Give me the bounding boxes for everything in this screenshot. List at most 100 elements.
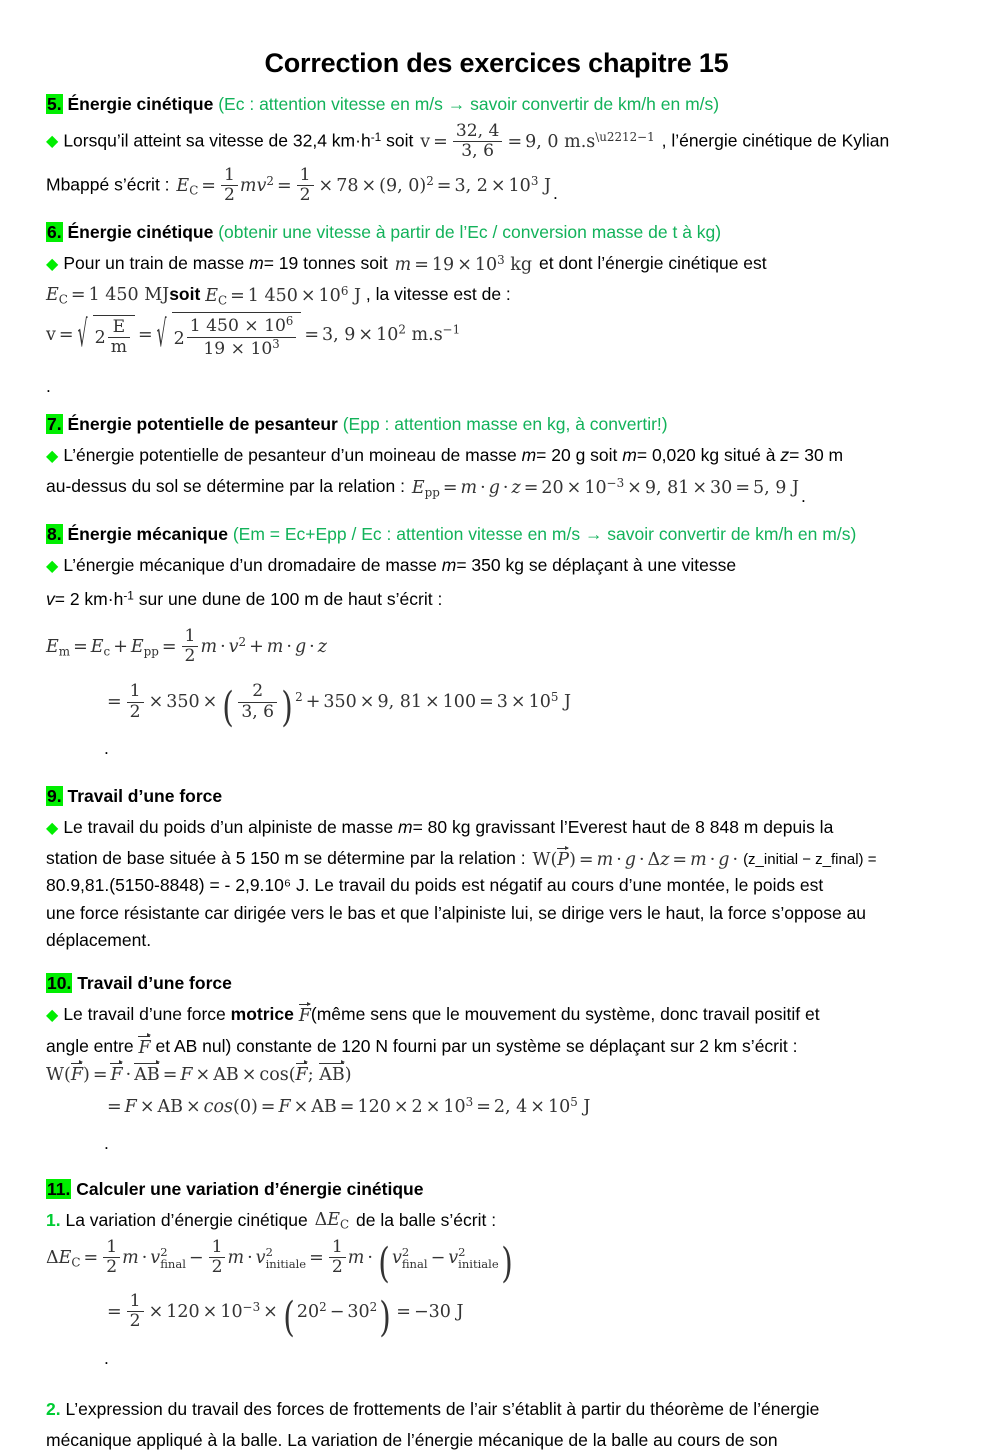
section-11-question-2-cont: mécanique appliqué à la balle. La variat… (46, 1427, 947, 1454)
section-number-5: 5. (46, 94, 63, 114)
diamond-bullet-icon: ◆ (46, 255, 59, 273)
section-11-q1a: La variation d’énergie cinétique (65, 1209, 308, 1230)
section-hint-8: (Em = Ec+Epp / Ec : attention vitesse en… (232, 524, 857, 545)
formula-ec-joules: EC = 1 450 × 106 J (205, 283, 361, 308)
section-7-paragraph-1: ◆ L’énergie potentielle de pesanteur d’un… (46, 442, 947, 469)
section-heading-9: 9. Travail d’une force (46, 785, 947, 808)
diamond-bullet-icon: ◆ (46, 133, 59, 151)
section-11-question-2: 2. L’expression du travail des forces de… (46, 1396, 947, 1423)
formula-variation-ec-1: ΔEC = 1 2 m · v 2 final −1 2 m · v 2 initiale = 1 2 m ·(v 2 fi… (46, 1237, 513, 1288)
section-9-paragraph-3: 80.9,81.(5150-8848) = - 2,9.10⁶ J. Le tr… (46, 872, 947, 899)
section-7-line1d: = 30 m (789, 444, 844, 465)
formula-travail-poids: W(P) = m · g · Δz = m · g · (532, 845, 739, 871)
section-10-line1b: (même sens que le mouvement du système, … (310, 1004, 820, 1025)
formula-variation-ec-2: = 1 2 × 120 × 10−3 ×(202−302) = −30 J (107, 1290, 464, 1341)
formula-energie-mecanique-2: = 1 2 × 350 ×(2 3, 6) 2 +350 × 9, 81 × 100 = 3 × 105 J (107, 681, 572, 732)
diamond-bullet-icon: ◆ (46, 1007, 59, 1025)
section-10-paragraph-2: angle entre F et AB nul) constante de 12… (46, 1033, 947, 1060)
section-11-formula-block-1: ΔEC = 1 2 m · v 2 final −1 2 m · v 2 initiale = 1 2 m ·(v 2 fi… (46, 1237, 947, 1288)
section-title-7: Énergie potentielle de pesanteur (67, 413, 338, 434)
sentence-period: . (800, 485, 806, 506)
section-9-paragraph-2: station de base située à 5 150 m se déte… (46, 845, 947, 872)
section-5-paragraph-1: ◆ Lorsqu’il atteint sa vitesse de 32,4 km… (46, 121, 947, 162)
section-6-masse: = 19 tonnes soit (263, 252, 388, 273)
section-title-6: Énergie cinétique (67, 221, 214, 242)
formula-masse-train: m = 19 × 103 kg (394, 252, 533, 276)
section-9-paragraph-5: déplacement. (46, 927, 947, 954)
section-heading-10: 10. Travail d’une force (46, 972, 947, 995)
section-6-lead-tail: et dont l’énergie cinétique est (538, 252, 767, 273)
section-11-q2-line2: mécanique appliqué à la balle. La variat… (46, 1430, 778, 1451)
section-5-line2: Mbappé s’écrit : (46, 173, 170, 194)
section-title-5: Énergie cinétique (67, 94, 214, 114)
section-9-line1b: = 80 kg gravissant l’Everest haut de 8 8… (412, 816, 834, 837)
section-6-lead: Pour un train de masse (63, 252, 245, 273)
section-8-paragraph-1: ◆ L’énergie mécanique d’un dromadaire de … (46, 552, 947, 579)
question-number-2: 2. (46, 1398, 61, 1419)
section-7-line1b: = 20 g soit (536, 444, 618, 465)
section-heading-5: 5. Énergie cinétique (Ec : attention vit… (46, 93, 947, 116)
section-heading-7: 7. Énergie potentielle de pesanteur (Epp… (46, 413, 947, 436)
section-heading-6: 6. Énergie cinétique (obtenir une vitess… (46, 221, 947, 244)
formula-vitesse-train: v=2Em=21 450 × 10619 × 103=3, 9×102 m.s−… (46, 312, 947, 359)
section-7-var-m2: m (622, 444, 637, 465)
section-7-line2: au-dessus du sol se détermine par la rel… (46, 476, 405, 497)
section-8-line2a: = 2 km·h (54, 588, 124, 609)
section-number-10: 10. (46, 973, 73, 994)
section-number-7: 7. (46, 413, 63, 434)
section-5-lead-exponent: -1 (370, 130, 382, 145)
formula-energie-mecanique-1: Em = Ec + Epp = 1 2 m · v2 + m · g · z (46, 625, 327, 667)
section-8-formula-block: Em = Ec + Epp = 1 2 m · v2 + m · g · z (46, 625, 947, 667)
section-6-paragraph-2: EC = 1 450 MJsoit EC = 1 450 × 106 J , la vite… (46, 281, 947, 308)
section-8-formula-block-2: = 1 2 × 350 ×(2 3, 6) 2 +350 × 9, 81 × 100 = 3 × 105 J. (46, 682, 947, 762)
diamond-bullet-icon: ◆ (46, 558, 59, 576)
section-10-line2a: angle entre (46, 1035, 134, 1056)
section-8-var-m: m (441, 555, 457, 576)
section-9-subscripts: (z_initial − z_final) = (743, 851, 877, 869)
section-8-line1a: L’énergie mécanique d’un dromadaire de m… (63, 555, 437, 576)
section-8-var-v: v (46, 588, 55, 609)
formula-vitesse-conversion: v = 32, 4 3, 6 = 9, 0 m.s\u2212−1 (420, 121, 655, 162)
section-6-soit: soit (169, 284, 201, 305)
section-5-after-formula: , l’énergie cinétique de Kylian (661, 130, 890, 151)
section-9-line4: une force résistante car dirigée vers le… (46, 902, 867, 923)
section-10-paragraph-1: ◆ Le travail d’une force motrice F(même s… (46, 1001, 947, 1028)
section-9-var-m: m (397, 816, 413, 837)
section-6-var-m: m (249, 252, 264, 273)
sentence-period: . (104, 738, 109, 759)
section-9-line3: 80.9,81.(5150-8848) = - 2,9.10⁶ J. Le tr… (46, 875, 824, 896)
section-hint-6: (obtenir une vitesse à partir de l’Ec / … (218, 221, 722, 242)
section-7-paragraph-2: au-dessus du sol se détermine par la rel… (46, 473, 947, 510)
question-number-1: 1. (46, 1209, 61, 1230)
vector-F-icon: F (138, 1033, 151, 1058)
section-6-paragraph-1: ◆ Pour un train de masse m= 19 tonnes soi… (46, 250, 947, 277)
sentence-period: . (46, 375, 51, 396)
section-10-formula-block-1: W(F) = F · AB = F × AB × cos(F; AB) (46, 1060, 947, 1084)
section-8-paragraph-2: v= 2 km·h-1 sur une dune de 100 m de hau… (46, 586, 947, 613)
section-11-q1b: de la balle s’écrit : (356, 1209, 497, 1230)
section-6-after: , la vitesse est de : (365, 284, 511, 305)
diamond-bullet-icon: ◆ (46, 447, 59, 465)
section-11-question-1: 1. La variation d’énergie cinétique ΔEC … (46, 1207, 947, 1234)
sentence-period: . (552, 183, 558, 204)
section-9-paragraph-1: ◆ Le travail du poids d’un alpiniste de m… (46, 814, 947, 841)
section-hint-7: (Epp : attention masse en kg, à converti… (342, 413, 668, 434)
section-number-9: 9. (46, 785, 63, 806)
formula-energie-cinetique-kylian: EC = 1 2 mv2 = 1 2 × 78 × (9, 0)2 = 3, 2 × 103 J (176, 164, 551, 205)
section-5-lead: Lorsqu’il atteint sa vitesse de 32,4 km·… (63, 130, 371, 151)
section-6-formula-vitesse-wrap: v=2Em=21 450 × 10619 × 103=3, 9×102 m.s−… (46, 312, 947, 399)
document-page: Correction des exercices chapitre 15 5. … (0, 0, 993, 1454)
section-10-line2b: et AB nul) constante de 120 N fourni par… (155, 1035, 798, 1056)
section-title-10: Travail d’une force (77, 973, 232, 994)
formula-delta-ec-symbol: ΔEC (314, 1210, 350, 1232)
page-title: Correction des exercices chapitre 15 (264, 48, 729, 78)
section-10-formula-block-2: = F × AB × cos(0) = F × AB = 120 × 2 × 103 = 2, 4 × 105 J. (46, 1096, 947, 1157)
section-hint-5: (Ec : attention vitesse en m/s → savoir … (218, 94, 720, 114)
section-7-line1a: L’énergie potentielle de pesanteur d’un … (63, 444, 517, 465)
sentence-period: . (104, 1133, 109, 1154)
section-heading-11: 11. Calculer une variation d’énergie cin… (46, 1178, 947, 1201)
section-7-var-m1: m (521, 444, 537, 465)
section-9-paragraph-4: une force résistante car dirigée vers le… (46, 900, 947, 927)
section-number-11: 11. (46, 1178, 72, 1199)
vector-F-icon: F (298, 1001, 312, 1027)
